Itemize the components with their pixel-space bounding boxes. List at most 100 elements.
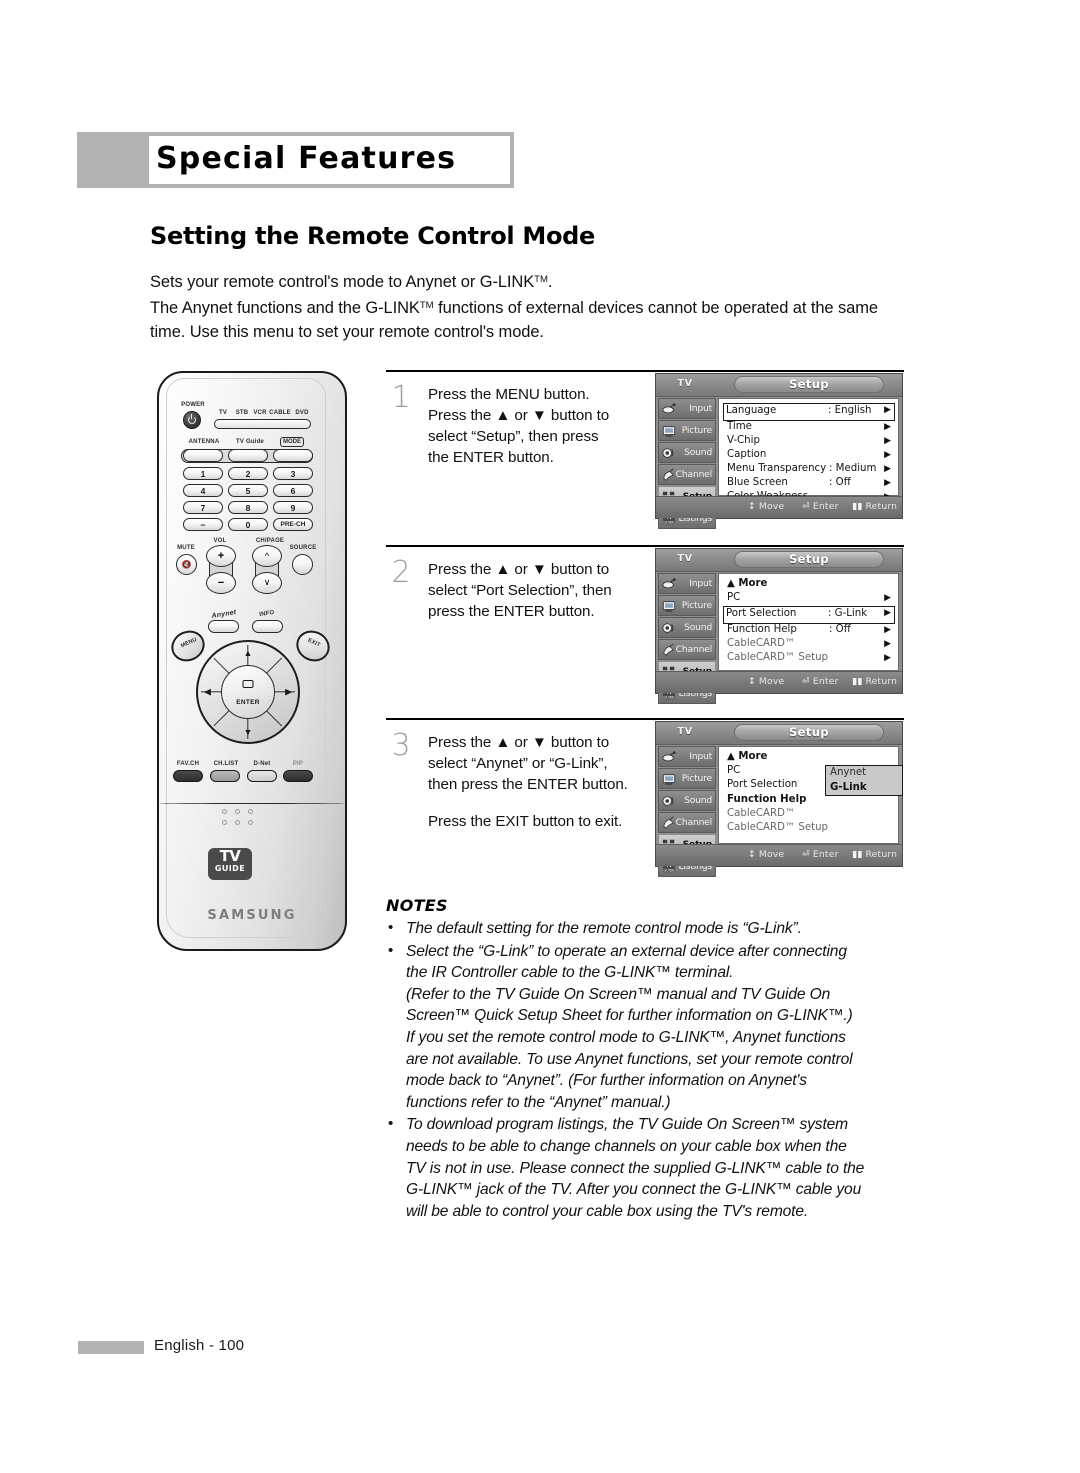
remote-key-9[interactable]: 9 — [273, 501, 313, 514]
menu-row-cablecard[interactable]: CableCARD™ — [725, 808, 894, 822]
chevron-right-icon: ▶ — [884, 653, 891, 664]
remote-key-3[interactable]: 3 — [273, 467, 313, 480]
setup-menu-page-1[interactable]: TV Setup Input Picture Sound Channel Set… — [655, 373, 903, 529]
remote-enter-button[interactable]: ENTER — [221, 665, 275, 719]
remote-anynet-button[interactable] — [208, 620, 239, 633]
menu-row-more-up[interactable]: ▲ More — [725, 751, 894, 765]
chevron-right-icon: ▶ — [884, 593, 891, 604]
nav-right-arrow-icon[interactable]: ▶ — [285, 687, 292, 697]
remote-vol-down-button[interactable]: − — [206, 572, 236, 594]
remote-key-5[interactable]: 5 — [228, 484, 268, 497]
menu-row-name: CableCARD™ — [727, 638, 796, 650]
note-line: To download program listings, the TV Gui… — [406, 1116, 848, 1134]
chevron-right-icon: ▶ — [884, 478, 891, 489]
step-line: select “Port Selection”, then — [428, 582, 612, 599]
sound-icon — [662, 448, 674, 458]
setup-menu-page-2[interactable]: TV Setup Input Picture Sound Channel Set… — [655, 548, 903, 704]
sidebar-item-input[interactable]: Input — [658, 746, 716, 767]
sound-icon — [662, 623, 674, 633]
remote-favch-button[interactable] — [173, 770, 203, 782]
remote-vol-up-button[interactable]: + — [206, 545, 236, 567]
menu-row-menu-transparency[interactable]: Menu Transparency : Medium ▶ — [725, 463, 894, 477]
nav-up-arrow-icon[interactable]: ▲ — [244, 649, 253, 658]
menu-row-blue-screen[interactable]: Blue Screen : Off ▶ — [725, 477, 894, 491]
sidebar-item-picture[interactable]: Picture — [658, 768, 716, 789]
remote-source-button[interactable] — [292, 554, 313, 575]
remote-mode-slider[interactable] — [214, 419, 311, 429]
remote-key-1[interactable]: 1 — [183, 467, 223, 480]
remote-key-6[interactable]: 6 — [273, 484, 313, 497]
sidebar-item-input[interactable]: Input — [658, 573, 716, 594]
remote-pip-button[interactable] — [283, 770, 313, 782]
nav-down-arrow-icon[interactable]: ▼ — [244, 728, 253, 737]
remote-tvguide-label: TV Guide — [236, 439, 264, 445]
menu-row-caption[interactable]: Caption ▶ — [725, 449, 894, 463]
step-line: select “Anynet” or “G-Link”, — [428, 755, 608, 772]
remote-mode-button[interactable] — [273, 449, 313, 462]
dropdown-option-anynet[interactable]: Anynet — [826, 766, 902, 781]
remote-dnet-button[interactable] — [247, 770, 277, 782]
sidebar-label: Sound — [684, 622, 712, 633]
remote-key-2[interactable]: 2 — [228, 467, 268, 480]
intro-line-1: Sets your remote control's mode to Anyne… — [150, 272, 553, 291]
step-line: press the ENTER button. — [428, 603, 595, 620]
sidebar-item-channel[interactable]: Channel — [658, 464, 716, 485]
remote-channel-down-button[interactable]: ∨ — [252, 572, 282, 594]
remote-key-4[interactable]: 4 — [183, 484, 223, 497]
channel-icon — [663, 643, 675, 656]
power-icon — [188, 414, 196, 424]
menu-row-name: Time — [727, 420, 752, 432]
remote-tvguide-button[interactable] — [228, 449, 268, 462]
remote-mute-button[interactable]: 🔇 — [176, 554, 197, 575]
dropdown-option-glink[interactable]: G-Link — [826, 781, 902, 796]
menu-row-time[interactable]: Time ▶ — [725, 421, 894, 435]
sidebar-label: Channel — [675, 817, 713, 828]
note-line: If you set the remote control mode to G-… — [406, 1028, 846, 1046]
remote-key-0[interactable]: 0 — [228, 518, 268, 531]
menu-row-cablecard-setup[interactable]: CableCARD™ Setup — [725, 822, 894, 836]
step-line: Press the ▲ or ▼ button to — [428, 734, 610, 751]
remote-info-button[interactable] — [252, 620, 283, 633]
sidebar-item-channel[interactable]: Channel — [658, 812, 716, 833]
menu-row-more-up[interactable]: ▲ More — [725, 578, 894, 592]
menu-row-cablecard-setup[interactable]: CableCARD™ Setup ▶ — [725, 652, 894, 666]
menu-row-name: Language — [726, 404, 777, 416]
chevron-right-icon: ▶ — [884, 624, 891, 635]
svg-text:GUIDE: GUIDE — [663, 695, 674, 699]
sidebar-item-sound[interactable]: Sound — [658, 790, 716, 811]
remote-key-8[interactable]: 8 — [228, 501, 268, 514]
remote-navigation-ring[interactable]: ▲ ▼ ◀ ▶ ENTER — [196, 640, 300, 744]
sidebar-item-picture[interactable]: Picture — [658, 420, 716, 441]
menu-row-name: ▲ More — [727, 751, 768, 762]
nav-left-arrow-icon[interactable]: ◀ — [204, 687, 211, 697]
note-line: TV is not in use. Please connect the sup… — [406, 1159, 865, 1177]
port-selection-dropdown[interactable]: Anynet G-Link — [825, 765, 903, 796]
menu-row-function-help[interactable]: Function Help : Off ▶ — [725, 624, 894, 638]
sidebar-item-input[interactable]: Input — [658, 398, 716, 419]
bullet-icon: • — [388, 919, 394, 936]
menu-row-vchip[interactable]: V-Chip ▶ — [725, 435, 894, 449]
remote-key-7[interactable]: 7 — [183, 501, 223, 514]
menu-row-cablecard[interactable]: CableCARD™ ▶ — [725, 638, 894, 652]
remote-channel-up-button[interactable]: ^ — [252, 545, 282, 567]
remote-antenna-button[interactable] — [183, 449, 223, 462]
setup-menu-page-3[interactable]: TV Setup Input Picture Sound Channel Set… — [655, 721, 903, 877]
remote-power-button[interactable] — [183, 411, 201, 429]
remote-chlist-button[interactable] — [210, 770, 240, 782]
sidebar-item-picture[interactable]: Picture — [658, 595, 716, 616]
picture-icon — [662, 774, 676, 785]
return-key-icon: ▮▮ — [852, 849, 863, 860]
menu-row-language[interactable]: Language : English ▶ — [723, 403, 895, 421]
menu-row-name: Function Help — [727, 623, 797, 635]
sidebar-item-channel[interactable]: Channel — [658, 639, 716, 660]
menu-row-pc[interactable]: PC ▶ — [725, 592, 894, 606]
input-icon — [662, 403, 676, 414]
remote-key-dash[interactable]: − — [183, 518, 223, 531]
menu-row-name: Menu Transparency — [727, 463, 827, 475]
remote-key-prech[interactable]: PRE-CH — [273, 518, 313, 531]
sidebar-label: Sound — [684, 447, 712, 458]
sidebar-item-sound[interactable]: Sound — [658, 442, 716, 463]
menu-row-port-selection[interactable]: Port Selection : G-Link ▶ — [723, 606, 895, 624]
sidebar-item-sound[interactable]: Sound — [658, 617, 716, 638]
note-item: • Select the “G-Link” to operate an exte… — [386, 941, 916, 1114]
